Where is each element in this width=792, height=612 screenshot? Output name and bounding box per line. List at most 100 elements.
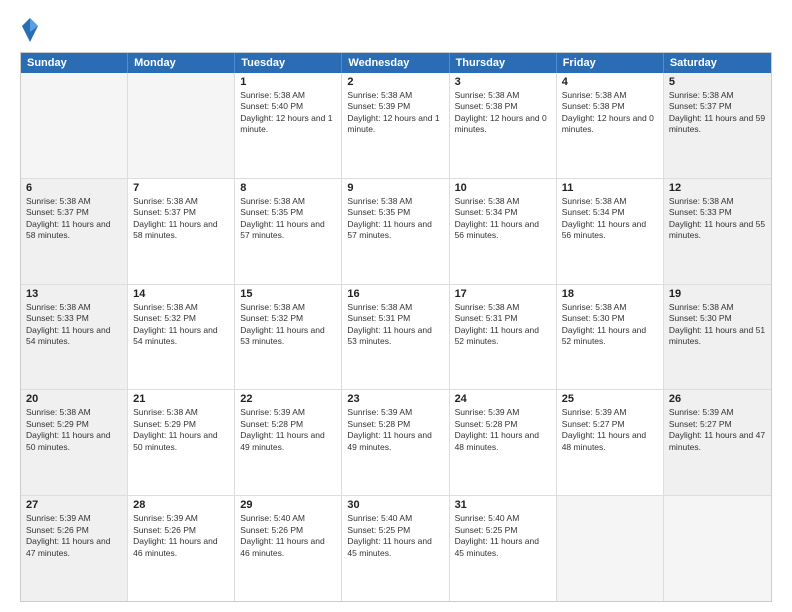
day-number: 19 <box>669 288 766 300</box>
cell-text: Sunrise: 5:38 AM Sunset: 5:35 PM Dayligh… <box>347 196 443 242</box>
cell-text: Sunrise: 5:38 AM Sunset: 5:30 PM Dayligh… <box>562 302 658 348</box>
weekday-header: Sunday <box>21 53 128 73</box>
cell-text: Sunrise: 5:38 AM Sunset: 5:33 PM Dayligh… <box>26 302 122 348</box>
weekday-header: Wednesday <box>342 53 449 73</box>
calendar-row: 1 Sunrise: 5:38 AM Sunset: 5:40 PM Daylig… <box>21 73 771 179</box>
calendar-cell: 14 Sunrise: 5:38 AM Sunset: 5:32 PM Dayli… <box>128 285 235 390</box>
calendar-row: 27 Sunrise: 5:39 AM Sunset: 5:26 PM Dayli… <box>21 496 771 601</box>
cell-text: Sunrise: 5:38 AM Sunset: 5:33 PM Dayligh… <box>669 196 766 242</box>
cell-text: Sunrise: 5:38 AM Sunset: 5:38 PM Dayligh… <box>455 90 551 136</box>
calendar-cell: 8 Sunrise: 5:38 AM Sunset: 5:35 PM Daylig… <box>235 179 342 284</box>
cell-text: Sunrise: 5:38 AM Sunset: 5:31 PM Dayligh… <box>455 302 551 348</box>
day-number: 29 <box>240 499 336 511</box>
day-number: 26 <box>669 393 766 405</box>
cell-text: Sunrise: 5:38 AM Sunset: 5:40 PM Dayligh… <box>240 90 336 136</box>
calendar-cell: 27Sunrise: 5:39 AM Sunset: 5:26 PM Dayli… <box>21 496 128 601</box>
day-number: 20 <box>26 393 122 405</box>
day-number: 1 <box>240 76 336 88</box>
cell-text: Sunrise: 5:38 AM Sunset: 5:32 PM Dayligh… <box>133 302 229 348</box>
day-number: 14 <box>133 288 229 300</box>
calendar-cell: 24 Sunrise: 5:39 AM Sunset: 5:28 PM Dayli… <box>450 390 557 495</box>
calendar-cell: 1 Sunrise: 5:38 AM Sunset: 5:40 PM Daylig… <box>235 73 342 178</box>
day-number: 27 <box>26 499 122 511</box>
day-number: 28 <box>133 499 229 511</box>
cell-text: Sunrise: 5:39 AM Sunset: 5:28 PM Dayligh… <box>455 407 551 453</box>
header <box>20 16 772 44</box>
cell-text: Sunrise: 5:38 AM Sunset: 5:31 PM Dayligh… <box>347 302 443 348</box>
day-number: 6 <box>26 182 122 194</box>
calendar-cell: 29 Sunrise: 5:40 AM Sunset: 5:26 PM Dayli… <box>235 496 342 601</box>
calendar-header: SundayMondayTuesdayWednesdayThursdayFrid… <box>21 53 771 73</box>
day-number: 3 <box>455 76 551 88</box>
calendar-row: 6 Sunrise: 5:38 AM Sunset: 5:37 PM Daylig… <box>21 179 771 285</box>
weekday-header: Thursday <box>450 53 557 73</box>
day-number: 24 <box>455 393 551 405</box>
cell-text: Sunrise: 5:38 AM Sunset: 5:38 PM Dayligh… <box>562 90 658 136</box>
day-number: 2 <box>347 76 443 88</box>
calendar-cell <box>21 73 128 178</box>
calendar-cell: 28 Sunrise: 5:39 AM Sunset: 5:26 PM Dayli… <box>128 496 235 601</box>
weekday-header: Friday <box>557 53 664 73</box>
day-number: 12 <box>669 182 766 194</box>
day-number: 5 <box>669 76 766 88</box>
calendar-cell: 18 Sunrise: 5:38 AM Sunset: 5:30 PM Dayli… <box>557 285 664 390</box>
calendar-cell: 22 Sunrise: 5:39 AM Sunset: 5:28 PM Dayli… <box>235 390 342 495</box>
calendar-cell <box>664 496 771 601</box>
cell-text: Sunrise: 5:38 AM Sunset: 5:34 PM Dayligh… <box>562 196 658 242</box>
day-number: 17 <box>455 288 551 300</box>
calendar-body: 1 Sunrise: 5:38 AM Sunset: 5:40 PM Daylig… <box>21 73 771 601</box>
calendar-cell: 17 Sunrise: 5:38 AM Sunset: 5:31 PM Dayli… <box>450 285 557 390</box>
day-number: 8 <box>240 182 336 194</box>
cell-text: Sunrise: 5:38 AM Sunset: 5:30 PM Dayligh… <box>669 302 766 348</box>
calendar-cell: 6 Sunrise: 5:38 AM Sunset: 5:37 PM Daylig… <box>21 179 128 284</box>
cell-text: Sunrise: 5:39 AM Sunset: 5:26 PM Dayligh… <box>133 513 229 559</box>
calendar-cell: 10Sunrise: 5:38 AM Sunset: 5:34 PM Dayli… <box>450 179 557 284</box>
calendar-cell: 3 Sunrise: 5:38 AM Sunset: 5:38 PM Daylig… <box>450 73 557 178</box>
calendar-cell: 16 Sunrise: 5:38 AM Sunset: 5:31 PM Dayli… <box>342 285 449 390</box>
day-number: 16 <box>347 288 443 300</box>
day-number: 31 <box>455 499 551 511</box>
calendar-cell: 26Sunrise: 5:39 AM Sunset: 5:27 PM Dayli… <box>664 390 771 495</box>
cell-text: Sunrise: 5:40 AM Sunset: 5:25 PM Dayligh… <box>347 513 443 559</box>
cell-text: Sunrise: 5:40 AM Sunset: 5:26 PM Dayligh… <box>240 513 336 559</box>
cell-text: Sunrise: 5:38 AM Sunset: 5:37 PM Dayligh… <box>26 196 122 242</box>
calendar-cell: 30 Sunrise: 5:40 AM Sunset: 5:25 PM Dayli… <box>342 496 449 601</box>
cell-text: Sunrise: 5:38 AM Sunset: 5:34 PM Dayligh… <box>455 196 551 242</box>
calendar-cell: 25Sunrise: 5:39 AM Sunset: 5:27 PM Dayli… <box>557 390 664 495</box>
cell-text: Sunrise: 5:38 AM Sunset: 5:29 PM Dayligh… <box>133 407 229 453</box>
weekday-header: Saturday <box>664 53 771 73</box>
cell-text: Sunrise: 5:39 AM Sunset: 5:28 PM Dayligh… <box>240 407 336 453</box>
calendar-cell: 19 Sunrise: 5:38 AM Sunset: 5:30 PM Dayli… <box>664 285 771 390</box>
calendar-cell: 23Sunrise: 5:39 AM Sunset: 5:28 PM Dayli… <box>342 390 449 495</box>
logo <box>20 16 44 44</box>
page: SundayMondayTuesdayWednesdayThursdayFrid… <box>0 0 792 612</box>
day-number: 18 <box>562 288 658 300</box>
calendar-cell: 9 Sunrise: 5:38 AM Sunset: 5:35 PM Daylig… <box>342 179 449 284</box>
day-number: 21 <box>133 393 229 405</box>
day-number: 9 <box>347 182 443 194</box>
day-number: 7 <box>133 182 229 194</box>
logo-icon <box>20 16 40 44</box>
calendar-cell: 21 Sunrise: 5:38 AM Sunset: 5:29 PM Dayli… <box>128 390 235 495</box>
day-number: 13 <box>26 288 122 300</box>
cell-text: Sunrise: 5:38 AM Sunset: 5:35 PM Dayligh… <box>240 196 336 242</box>
calendar-cell: 11Sunrise: 5:38 AM Sunset: 5:34 PM Dayli… <box>557 179 664 284</box>
day-number: 4 <box>562 76 658 88</box>
weekday-header: Monday <box>128 53 235 73</box>
day-number: 22 <box>240 393 336 405</box>
calendar-cell: 20 Sunrise: 5:38 AM Sunset: 5:29 PM Dayli… <box>21 390 128 495</box>
calendar-cell: 7Sunrise: 5:38 AM Sunset: 5:37 PM Daylig… <box>128 179 235 284</box>
calendar: SundayMondayTuesdayWednesdayThursdayFrid… <box>20 52 772 602</box>
cell-text: Sunrise: 5:38 AM Sunset: 5:39 PM Dayligh… <box>347 90 443 136</box>
calendar-cell: 2 Sunrise: 5:38 AM Sunset: 5:39 PM Daylig… <box>342 73 449 178</box>
day-number: 30 <box>347 499 443 511</box>
calendar-cell: 5Sunrise: 5:38 AM Sunset: 5:37 PM Daylig… <box>664 73 771 178</box>
cell-text: Sunrise: 5:38 AM Sunset: 5:29 PM Dayligh… <box>26 407 122 453</box>
calendar-cell: 13 Sunrise: 5:38 AM Sunset: 5:33 PM Dayli… <box>21 285 128 390</box>
calendar-cell: 15Sunrise: 5:38 AM Sunset: 5:32 PM Dayli… <box>235 285 342 390</box>
cell-text: Sunrise: 5:39 AM Sunset: 5:27 PM Dayligh… <box>562 407 658 453</box>
calendar-cell: 12 Sunrise: 5:38 AM Sunset: 5:33 PM Dayli… <box>664 179 771 284</box>
weekday-header: Tuesday <box>235 53 342 73</box>
calendar-cell <box>128 73 235 178</box>
calendar-row: 13 Sunrise: 5:38 AM Sunset: 5:33 PM Dayli… <box>21 285 771 391</box>
